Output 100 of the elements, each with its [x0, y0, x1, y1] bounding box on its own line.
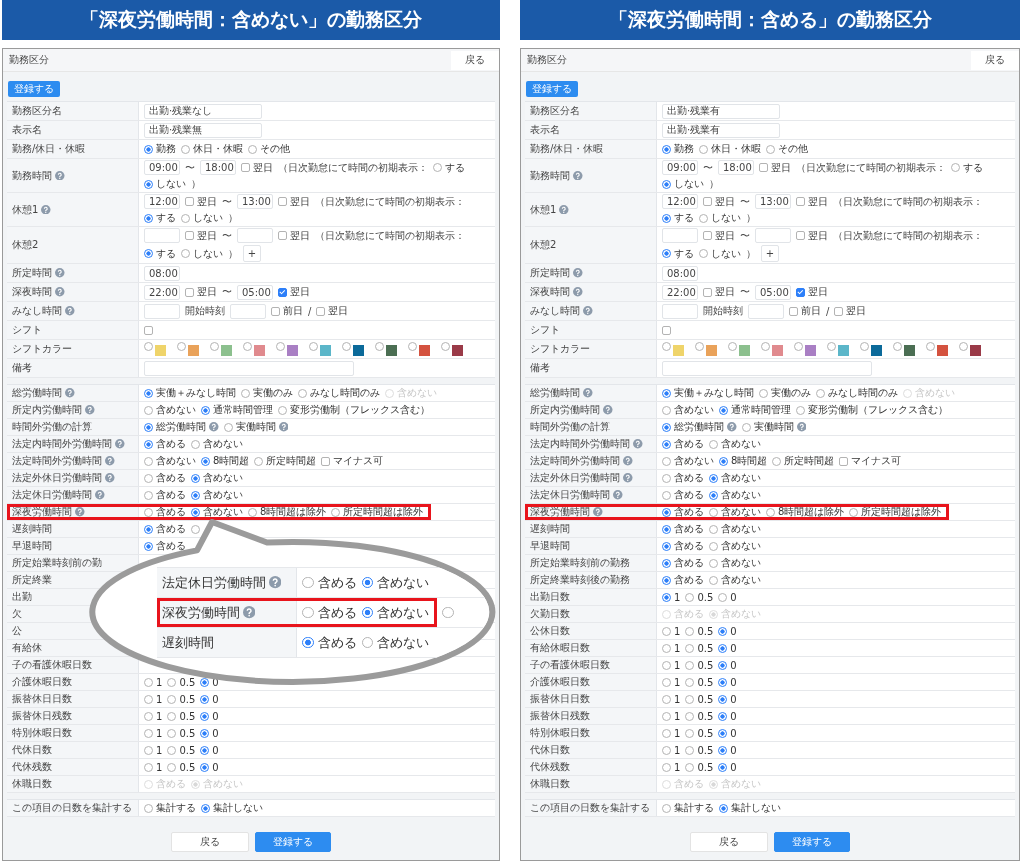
text-field[interactable]: 出勤·残業なし [144, 103, 262, 119]
radio-button[interactable] [827, 342, 836, 351]
radio-button[interactable]: 休日・休暇 [181, 142, 243, 156]
radio-button[interactable]: 含める [662, 437, 704, 451]
radio-button[interactable]: 含める [662, 522, 704, 536]
radio-button[interactable]: 所定時間超 [254, 454, 317, 468]
radio-button[interactable] [860, 342, 869, 351]
radio-button[interactable]: 0.5 [685, 761, 714, 773]
help-icon[interactable] [559, 204, 569, 215]
radio-button[interactable]: する [433, 160, 465, 175]
add-button[interactable]: + [761, 245, 779, 262]
radio-button[interactable]: 0.5 [167, 710, 196, 722]
radio-button[interactable]: 0 [200, 710, 219, 722]
radio-button[interactable]: 総労働時間 [662, 420, 737, 434]
radio-button[interactable]: 8時間超 [719, 454, 768, 468]
text-field[interactable] [662, 228, 698, 243]
checkbox[interactable]: 翌日 [185, 194, 217, 209]
text-field[interactable]: 13:00 [755, 194, 791, 209]
text-field[interactable]: 12:00 [144, 194, 180, 209]
back-button[interactable]: 戻る [690, 832, 768, 852]
radio-button[interactable]: 1 [662, 761, 681, 773]
radio-button[interactable]: 0.5 [167, 693, 196, 705]
checkbox[interactable]: 前日 [789, 304, 821, 318]
radio-button[interactable]: 0.5 [685, 693, 714, 705]
radio-button[interactable]: しない [181, 246, 223, 261]
radio-button[interactable]: 含めない [191, 505, 243, 519]
radio-button[interactable] [408, 342, 417, 351]
add-button[interactable]: + [243, 245, 261, 262]
help-icon[interactable] [243, 606, 256, 619]
radio-button[interactable]: 変形労働制（フレックス含む） [278, 403, 430, 417]
text-field[interactable] [230, 303, 266, 319]
radio-button[interactable]: 勤務 [662, 142, 694, 156]
radio-button[interactable]: 実働時間 [741, 420, 806, 434]
help-icon[interactable] [623, 456, 633, 466]
radio-button[interactable]: 1 [144, 693, 163, 705]
radio-button[interactable]: 含めない [709, 539, 761, 553]
radio-button[interactable]: 含める [662, 505, 704, 519]
checkbox[interactable]: 翌日 [796, 228, 828, 243]
radio-button[interactable]: 勤務 [144, 142, 176, 156]
radio-button[interactable]: 集計しない [719, 801, 781, 815]
radio-button[interactable]: 休日・休暇 [699, 142, 761, 156]
radio-button[interactable]: 含めない [662, 454, 714, 468]
checkbox[interactable]: 翌日 [185, 228, 217, 243]
help-icon[interactable] [727, 422, 737, 432]
help-icon[interactable] [209, 422, 219, 432]
radio-button[interactable]: 実働のみ [759, 386, 811, 400]
help-icon[interactable] [593, 507, 603, 517]
checkbox[interactable]: マイナス可 [321, 454, 384, 468]
radio-button[interactable]: 0.5 [685, 744, 714, 756]
help-icon[interactable] [269, 576, 282, 589]
text-field[interactable]: 出勤·残業有 [662, 103, 780, 119]
radio-button[interactable]: 0 [718, 676, 737, 688]
checkbox[interactable]: 翌日 [834, 304, 867, 318]
text-field[interactable]: 18:00 [718, 160, 754, 175]
radio-button[interactable]: 含めない [709, 573, 761, 587]
radio-button[interactable] [794, 342, 803, 351]
text-field[interactable] [144, 360, 354, 376]
radio-button[interactable]: 1 [662, 642, 681, 654]
checkbox[interactable]: 翌日 [759, 160, 791, 175]
radio-button[interactable]: 0.5 [685, 676, 714, 688]
checkbox[interactable]: 前日 [271, 304, 303, 318]
help-icon[interactable] [85, 405, 95, 415]
text-field[interactable] [748, 303, 784, 319]
back-button[interactable]: 戻る [971, 50, 1019, 70]
help-icon[interactable] [573, 268, 583, 278]
radio-button[interactable]: しない [699, 246, 741, 261]
radio-button[interactable]: 0.5 [685, 710, 714, 722]
radio-button[interactable]: 0 [718, 693, 737, 705]
radio-button[interactable]: 含める [302, 573, 357, 592]
help-icon[interactable] [603, 405, 613, 415]
checkbox[interactable] [144, 325, 153, 335]
radio-button[interactable]: 0.5 [685, 625, 714, 637]
radio-button[interactable] [442, 606, 454, 619]
radio-button[interactable]: その他 [766, 142, 808, 156]
checkbox[interactable]: 翌日 [703, 228, 735, 243]
radio-button[interactable]: 含めない [709, 556, 761, 570]
radio-button[interactable]: 0 [718, 659, 737, 671]
help-icon[interactable] [95, 490, 105, 500]
text-field[interactable] [144, 303, 180, 319]
radio-button[interactable]: 8時間超 [201, 454, 250, 468]
radio-button[interactable]: 含める [302, 603, 357, 622]
radio-button[interactable] [893, 342, 902, 351]
help-icon[interactable] [583, 306, 593, 316]
radio-button[interactable]: 含めない [191, 488, 243, 502]
help-icon[interactable] [633, 439, 643, 449]
radio-button[interactable]: 所定時間超 [772, 454, 835, 468]
radio-button[interactable]: 含めない [709, 488, 761, 502]
radio-button[interactable]: 0 [718, 591, 737, 603]
radio-button[interactable]: 0.5 [685, 727, 714, 739]
radio-button[interactable]: 含める [662, 471, 704, 485]
back-button[interactable]: 戻る [451, 50, 499, 70]
checkbox[interactable]: 翌日 [316, 304, 349, 318]
radio-button[interactable]: 所定時間超は除外 [849, 505, 942, 519]
radio-button[interactable] [144, 342, 153, 351]
radio-button[interactable]: 1 [144, 761, 163, 773]
radio-button[interactable]: 1 [662, 727, 681, 739]
radio-button[interactable]: しない [144, 177, 186, 191]
radio-button[interactable]: 含めない [709, 505, 761, 519]
radio-button[interactable]: しない [181, 211, 223, 225]
radio-button[interactable]: 0.5 [685, 642, 714, 654]
